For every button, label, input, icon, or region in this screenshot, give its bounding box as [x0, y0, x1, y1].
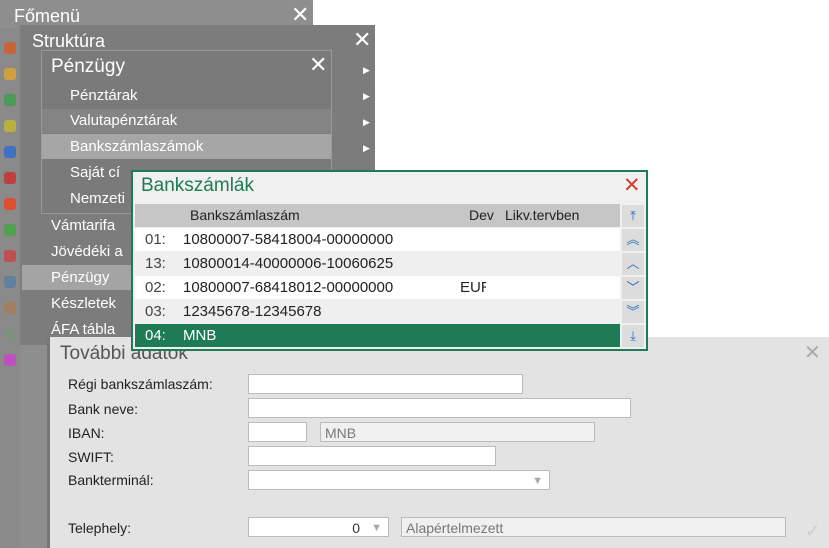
telephely-label: Telephely: [68, 520, 132, 536]
page-down-icon[interactable]: ︾ [622, 301, 644, 323]
row-account: 10800007-68418012-00000000 [183, 279, 394, 296]
module-icon[interactable] [4, 94, 16, 106]
module-icon[interactable] [4, 224, 16, 236]
telephely-value: 0 [352, 520, 360, 536]
row-account: 12345678-12345678 [183, 303, 322, 320]
chevron-down-icon: ▼ [532, 475, 543, 487]
bankszamlak-title: Bankszámlák [141, 175, 254, 196]
regi-input[interactable] [248, 374, 523, 394]
iban-name-field: MNB [320, 422, 595, 442]
submenu-arrow-icon: ▶ [363, 143, 370, 153]
struktura-title: Struktúra [32, 31, 106, 51]
row-dev: EUR [460, 279, 486, 296]
table-row[interactable]: 01: 10800007-58418004-00000000 [135, 228, 620, 251]
page-up-icon[interactable]: ︽ [622, 229, 644, 251]
module-icon[interactable] [4, 328, 16, 340]
tovabbi-close-icon[interactable]: ✕ [804, 340, 821, 365]
table-row[interactable]: 03: 12345678-12345678 [135, 300, 620, 323]
tovabbi-adatok-dialog: További adatok ✕ Régi bankszámlaszám: Ba… [47, 337, 829, 548]
bankszamlak-dialog: Bankszámlák ✕ Bankszámlaszám Dev Likv.te… [131, 170, 648, 351]
struktura-item-keszletek[interactable]: Készletek [51, 291, 116, 316]
confirm-check-icon[interactable]: ✓ [805, 521, 820, 542]
module-icon[interactable] [4, 250, 16, 262]
module-icon[interactable] [4, 146, 16, 158]
module-icon[interactable] [4, 276, 16, 288]
module-icon[interactable] [4, 302, 16, 314]
swift-label: SWIFT: [68, 449, 114, 465]
table-row-selected[interactable]: 04: MNB [135, 324, 620, 347]
iban-prefix-input[interactable] [248, 422, 307, 442]
module-icon[interactable] [4, 172, 16, 184]
penzugy-item-sajat-cim[interactable]: Saját cí [70, 160, 120, 185]
row-number: 01: [145, 231, 166, 248]
bank-neve-label: Bank neve: [68, 401, 139, 417]
telephely-select[interactable]: 0 ▼ [248, 517, 389, 537]
penzugy-item-valutapenztarak[interactable]: Valutapénztárak [70, 108, 177, 133]
header-likv[interactable]: Likv.tervben [505, 204, 579, 227]
telephely-name-field: Alapértelmezett [401, 517, 786, 537]
module-icon[interactable] [4, 354, 16, 366]
table-row[interactable]: 13: 10800014-40000006-10060625 [135, 252, 620, 275]
chevron-down-icon: ▼ [371, 522, 382, 534]
struktura-item-jovedeki[interactable]: Jövédéki a [51, 239, 123, 264]
row-account: 10800014-40000006-10060625 [183, 255, 394, 272]
struktura-item-penzugy[interactable]: Pénzügy [51, 265, 109, 290]
submenu-arrow-icon: ▶ [363, 117, 370, 127]
regi-label: Régi bankszámlaszám: [68, 376, 213, 392]
struktura-item-vamtarifa[interactable]: Vámtarifa [51, 213, 115, 238]
penzugy-close-icon[interactable]: ✕ [309, 54, 327, 76]
fomenu-title: Főmenü [14, 6, 81, 26]
bankterminal-select[interactable]: ▼ [248, 470, 550, 490]
row-number: 02: [145, 279, 166, 296]
module-icon[interactable] [4, 68, 16, 80]
bankterminal-label: Bankterminál: [68, 472, 154, 488]
swift-input[interactable] [248, 446, 496, 466]
line-up-icon[interactable]: ︿ [622, 253, 644, 275]
module-icon[interactable] [4, 120, 16, 132]
struktura-close-icon[interactable]: ✕ [353, 29, 371, 51]
row-number: 03: [145, 303, 166, 320]
submenu-arrow-icon: ▶ [363, 91, 370, 101]
scroll-bottom-icon[interactable]: ⤓ [622, 325, 644, 347]
iban-label: IBAN: [68, 425, 105, 441]
line-down-icon[interactable]: ﹀ [622, 277, 644, 299]
row-number: 13: [145, 255, 166, 272]
fomenu-icon-strip [0, 28, 20, 548]
bank-neve-input[interactable] [248, 398, 631, 418]
penzugy-item-bankszamlaszamok[interactable]: Bankszámlaszámok [70, 134, 203, 159]
header-dev[interactable]: Dev [469, 204, 494, 227]
table-header: Bankszámlaszám Dev Likv.tervben [135, 204, 620, 227]
header-account[interactable]: Bankszámlaszám [190, 204, 300, 227]
submenu-arrow-icon: ▶ [363, 65, 370, 75]
penzugy-item-penztarak[interactable]: Pénztárak [70, 83, 138, 108]
module-icon[interactable] [4, 42, 16, 54]
row-account: 10800007-58418004-00000000 [183, 231, 394, 248]
bankszamlak-close-icon[interactable]: ✕ [623, 173, 641, 198]
row-account: MNB [183, 327, 217, 344]
scroll-top-icon[interactable]: ⤒ [622, 205, 644, 227]
table-row[interactable]: 02: 10800007-68418012-00000000 EUR [135, 276, 620, 299]
penzugy-title: Pénzügy [51, 56, 125, 77]
module-icon[interactable] [4, 198, 16, 210]
penzugy-item-nemzeti[interactable]: Nemzeti [70, 186, 125, 211]
row-number: 04: [145, 327, 166, 344]
fomenu-close-icon[interactable]: ✕ [291, 4, 309, 26]
